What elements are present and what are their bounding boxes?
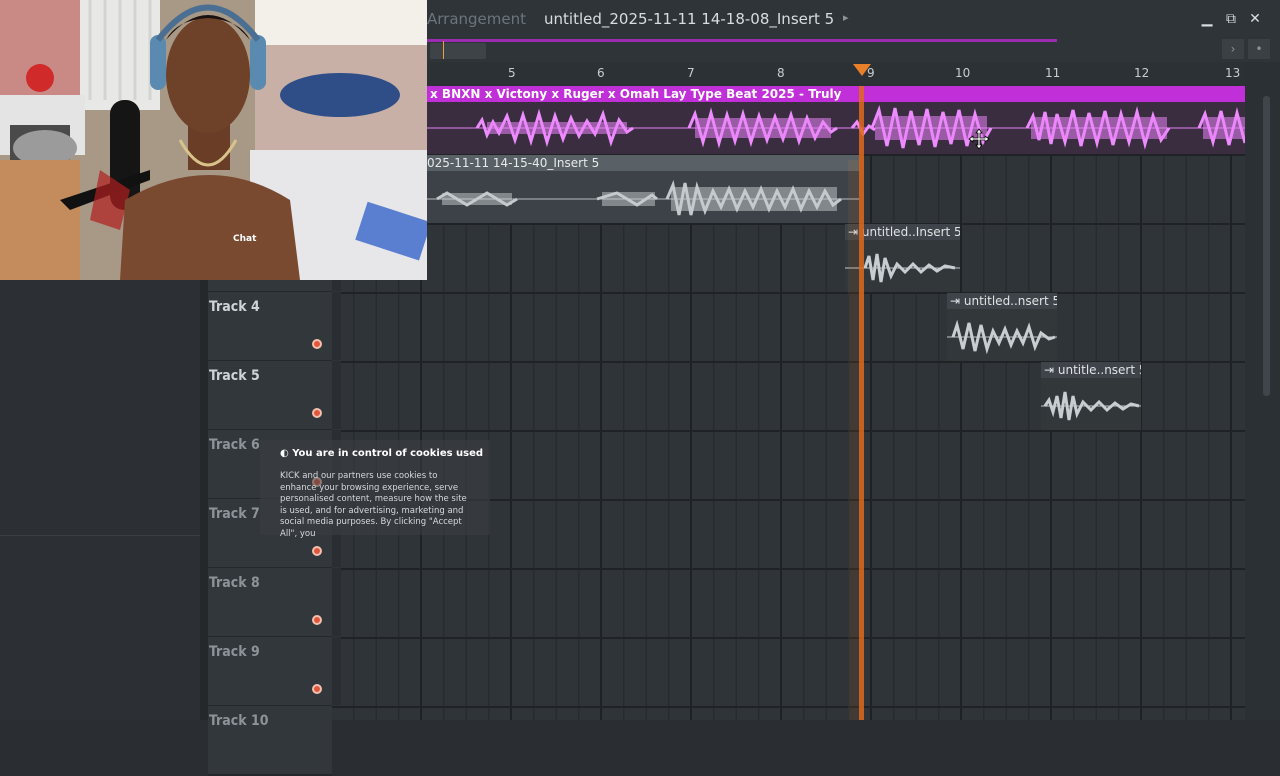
waveform bbox=[427, 102, 1247, 154]
track-name: Track 5 bbox=[209, 368, 260, 384]
cookie-notice: ◐ You are in control of cookies used KIC… bbox=[260, 440, 490, 539]
bar-number: 13 bbox=[1225, 66, 1241, 80]
chat-label[interactable]: Chat bbox=[233, 234, 256, 244]
vertical-scroll-thumb[interactable] bbox=[1263, 96, 1270, 396]
track-name: Track 6 bbox=[209, 437, 260, 453]
track-name: Track 4 bbox=[209, 299, 260, 315]
row-separator bbox=[332, 568, 1245, 570]
browser-divider bbox=[0, 535, 200, 536]
pattern-title[interactable]: untitled_2025-11-11 14-18-08_Insert 5 bbox=[544, 10, 834, 28]
track-name: Track 7 bbox=[209, 506, 260, 522]
bar-number: 7 bbox=[687, 66, 695, 80]
row-separator bbox=[332, 430, 1245, 432]
playhead-line[interactable] bbox=[859, 86, 864, 720]
bar-number: 12 bbox=[1134, 66, 1150, 80]
webcam-image bbox=[0, 0, 427, 280]
bar-number: 5 bbox=[508, 66, 516, 80]
move-cursor-icon bbox=[968, 128, 990, 154]
track-grip[interactable] bbox=[332, 292, 341, 360]
playhead-marker-icon[interactable] bbox=[853, 64, 871, 76]
track-header-9[interactable]: Track 9 bbox=[208, 637, 341, 707]
record-arm-icon[interactable] bbox=[312, 684, 322, 694]
clip-title-row: ⇥ untitled..nsert 5 bbox=[947, 293, 1057, 309]
waveform bbox=[947, 309, 1057, 361]
clip-title: untitled..Insert 5 bbox=[861, 225, 960, 239]
track-grip[interactable] bbox=[332, 361, 341, 429]
vertical-scrollbar[interactable] bbox=[1245, 86, 1280, 720]
bar-number: 10 bbox=[955, 66, 971, 80]
overview-range bbox=[427, 39, 1057, 42]
webcam-overlay: Chat bbox=[0, 0, 427, 280]
title-caret-icon[interactable]: ▸ bbox=[843, 11, 849, 24]
restore-button[interactable]: ⧉ bbox=[1221, 8, 1241, 30]
record-arm-icon[interactable] bbox=[312, 408, 322, 418]
track-name: Track 10 bbox=[209, 713, 269, 729]
track-header-10[interactable]: Track 10 bbox=[208, 706, 332, 776]
insert-clip-c[interactable]: ⇥ untitle..nsert 5 bbox=[1041, 362, 1141, 430]
track-name: Track 8 bbox=[209, 575, 260, 591]
browser-panel bbox=[0, 280, 201, 720]
bar-number: 11 bbox=[1045, 66, 1061, 80]
cookie-heading: ◐ You are in control of cookies used bbox=[280, 448, 483, 459]
cookie-title-text: You are in control of cookies used bbox=[292, 448, 484, 459]
track-name: Track 9 bbox=[209, 644, 260, 660]
record-arm-icon[interactable] bbox=[312, 615, 322, 625]
clip-title: untitle..nsert 5 bbox=[1057, 363, 1141, 377]
clip-title: untitled..nsert 5 bbox=[963, 294, 1057, 308]
vocal-take-clip[interactable]: 025-11-11 14-15-40_Insert 5 bbox=[427, 155, 859, 223]
row-separator bbox=[332, 637, 1245, 639]
clip-arrow-icon: ⇥ bbox=[1044, 363, 1055, 377]
record-arm-icon[interactable] bbox=[312, 339, 322, 349]
clip-title: x BNXN x Victony x Ruger x Omah Lay Type… bbox=[427, 86, 1245, 102]
clip-title: 025-11-11 14-15-40_Insert 5 bbox=[427, 155, 859, 171]
track-header-4[interactable]: Track 4 bbox=[208, 292, 341, 362]
playhead-glow bbox=[848, 160, 859, 720]
scroll-right-button[interactable]: › bbox=[1222, 39, 1244, 59]
track-grip[interactable] bbox=[332, 568, 341, 636]
clip-c-waveform bbox=[1041, 391, 1141, 421]
beat-audio-clip[interactable]: x BNXN x Victony x Ruger x Omah Lay Type… bbox=[427, 86, 1247, 154]
row-separator bbox=[332, 223, 1245, 225]
track-header-5[interactable]: Track 5 bbox=[208, 361, 341, 431]
bar-number: 6 bbox=[597, 66, 605, 80]
track-grip[interactable] bbox=[332, 637, 341, 705]
cookie-body: KICK and our partners use cookies to enh… bbox=[280, 471, 467, 539]
scroll-end-button[interactable]: • bbox=[1248, 39, 1270, 59]
overview-playhead bbox=[443, 41, 444, 59]
row-separator bbox=[332, 706, 1245, 708]
minimize-button[interactable]: ▁ bbox=[1197, 8, 1217, 30]
timeline-ruler[interactable] bbox=[427, 62, 1245, 84]
row-separator bbox=[332, 292, 1245, 294]
scroll-thumb[interactable] bbox=[430, 43, 486, 59]
waveform bbox=[427, 171, 859, 223]
clip-arrow-icon: ⇥ bbox=[950, 294, 961, 308]
cookie-icon: ◐ bbox=[280, 448, 289, 459]
vocal-waveform bbox=[427, 179, 859, 216]
record-arm-icon[interactable] bbox=[312, 546, 322, 556]
beat-waveform bbox=[427, 104, 1247, 150]
close-button[interactable]: ✕ bbox=[1245, 8, 1265, 30]
clip-title-row: ⇥ untitle..nsert 5 bbox=[1041, 362, 1141, 378]
bar-number: 8 bbox=[777, 66, 785, 80]
insert-clip-b[interactable]: ⇥ untitled..nsert 5 bbox=[947, 293, 1057, 361]
arrangement-label[interactable]: Arrangement bbox=[427, 10, 526, 28]
waveform bbox=[1041, 378, 1141, 430]
track-header-8[interactable]: Track 8 bbox=[208, 568, 341, 638]
clip-b-waveform bbox=[947, 319, 1057, 355]
